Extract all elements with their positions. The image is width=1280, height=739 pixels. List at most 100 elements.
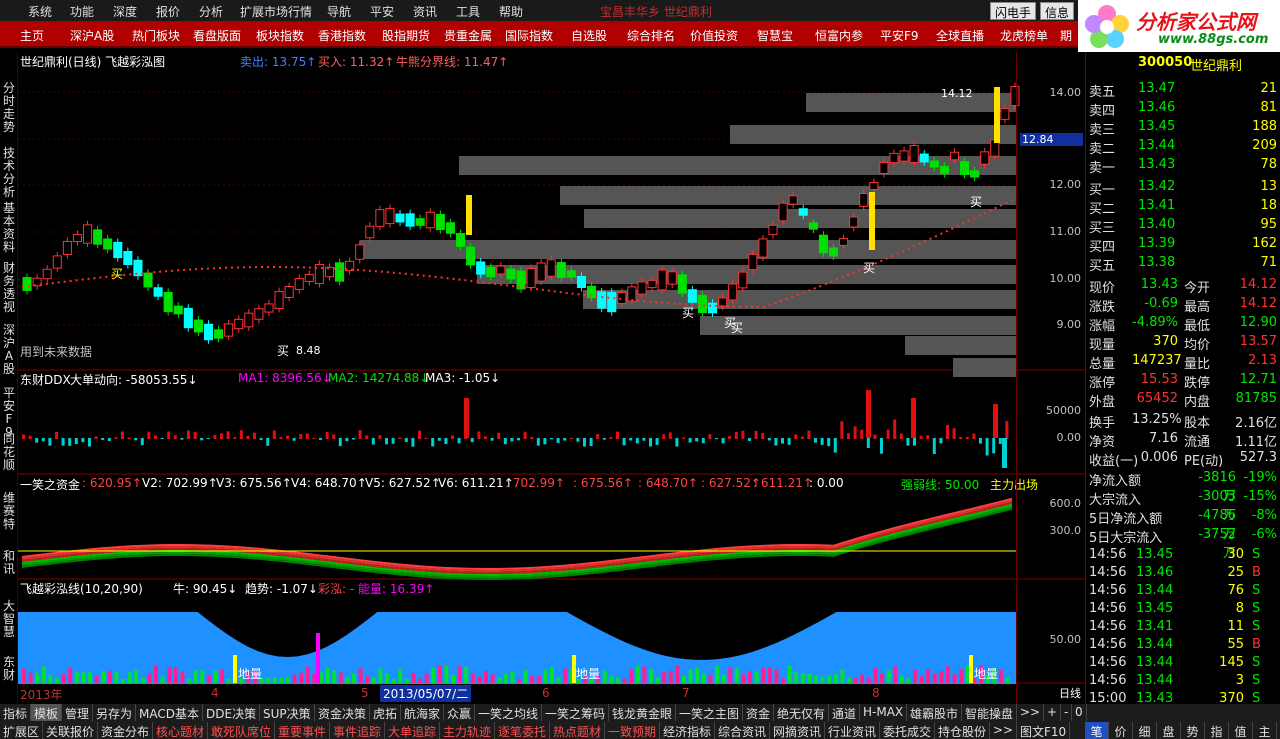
bid-row[interactable]: 买二 13.41 18 [1086,197,1280,217]
nav-item[interactable]: 智慧宝 [757,27,793,44]
footer-tab[interactable]: MACD基本 [136,704,203,721]
footer-tab[interactable]: 绝无仅有 [774,704,830,721]
footer-tab[interactable]: 一笑之均线 [475,704,543,721]
menu-item-news[interactable]: 资讯 [413,3,437,20]
bid-row[interactable]: 买一 13.42 13 [1086,178,1280,198]
left-strip-tab[interactable]: 大 智 慧 [2,600,16,639]
detail-tab[interactable]: 盘 [1157,722,1181,739]
footer-tab[interactable]: 行业资讯 [825,722,881,739]
footer-tab[interactable]: 另存为 [93,704,137,721]
footer-tab[interactable]: 核心题材 [153,722,209,739]
footer-tab[interactable]: 热点题材 [550,722,606,739]
footer-tab[interactable]: >> [1017,704,1045,721]
footer-tab[interactable]: 钱龙黄金眼 [609,704,677,721]
footer-tab[interactable]: - [1061,704,1073,721]
detail-tab[interactable]: 价 [1109,722,1133,739]
left-strip-tab[interactable]: 东 财 [2,656,16,682]
menu-item-system[interactable]: 系统 [28,3,52,20]
footer-tab[interactable]: 0 [1072,704,1087,721]
footer-tab[interactable]: H-MAX [860,704,908,721]
nav-item[interactable]: 香港指数 [318,27,366,44]
footer-tab[interactable]: 敢死队席位 [208,722,276,739]
left-strip-tab[interactable]: 同 花 顺 [2,433,16,472]
menu-item-pingan[interactable]: 平安 [370,3,394,20]
footer-tab[interactable]: 模板 [31,704,63,721]
ask-row[interactable]: 卖四 13.46 81 [1086,99,1280,119]
nav-item[interactable]: 主页 [20,27,44,44]
footer-tab[interactable]: 图文F10 [1017,722,1071,739]
footer-tab[interactable]: 经济指标 [660,722,716,739]
footer-tab[interactable]: 通道 [829,704,861,721]
footer-tab[interactable]: 众赢 [444,704,476,721]
footer-tab[interactable]: 扩展区 [0,722,44,739]
footer-tab[interactable]: 一笑之筹码 [542,704,610,721]
menu-item-extended-market[interactable]: 扩展市场行情 [240,3,312,20]
nav-item[interactable]: 龙虎榜单 [1000,27,1048,44]
footer-tab[interactable]: 逐笔委托 [495,722,551,739]
left-strip-tab[interactable]: 维 赛 特 [2,492,16,531]
menu-item-help[interactable]: 帮助 [499,3,523,20]
footer-tab[interactable]: SUP决策 [260,704,315,721]
detail-tab[interactable]: 势 [1181,722,1205,739]
footer-tab[interactable]: >> [990,722,1018,739]
footer-tab[interactable]: 事件追踪 [330,722,386,739]
footer-tab[interactable]: 关联报价 [43,722,99,739]
nav-item[interactable]: 深沪A股 [70,27,114,44]
menu-item-quote[interactable]: 报价 [156,3,180,20]
nav-item[interactable]: 股指期货 [382,27,430,44]
footer-tab[interactable]: 管理 [62,704,94,721]
bid-row[interactable]: 买三 13.40 95 [1086,216,1280,236]
footer-tab[interactable]: 雄霸股市 [907,704,963,721]
footer-tab[interactable]: 资金分布 [98,722,154,739]
menu-item-navigation[interactable]: 导航 [327,3,351,20]
ask-row[interactable]: 卖五 13.47 21 [1086,80,1280,100]
left-strip-tab[interactable]: 深 沪 A 股 [2,324,16,376]
nav-item[interactable]: 热门板块 [132,27,180,44]
nav-item[interactable]: 看盘版面 [193,27,241,44]
footer-tab[interactable]: 资金决策 [315,704,371,721]
nav-item[interactable]: 自选股 [571,27,607,44]
left-strip-tab[interactable]: 财 务 透 视 [2,262,16,314]
nav-item[interactable]: 综合排名 [627,27,675,44]
nav-item[interactable]: 国际指数 [505,27,553,44]
footer-tab[interactable]: + [1044,704,1062,721]
footer-tab[interactable]: 一致预期 [605,722,661,739]
nav-item[interactable]: 平安F9 [880,27,919,44]
footer-tab[interactable]: 主力轨迹 [440,722,496,739]
footer-tab[interactable]: 航海家 [401,704,445,721]
footer-tab[interactable]: 资金 [743,704,775,721]
detail-tab[interactable]: 细 [1133,722,1157,739]
footer-tab[interactable]: 综合资讯 [715,722,771,739]
ask-row[interactable]: 卖一 13.43 78 [1086,156,1280,176]
footer-tab[interactable]: 指标 [0,704,32,721]
footer-tab[interactable]: 智能操盘 [962,704,1018,721]
footer-tab[interactable]: 委托成交 [880,722,936,739]
footer-tab[interactable]: 网摘资讯 [770,722,826,739]
menu-item-function[interactable]: 功能 [70,3,94,20]
left-strip-tab[interactable]: 基 本 资 料 [2,202,16,254]
footer-tab[interactable]: 大单追踪 [385,722,441,739]
footer-tab[interactable]: 持仓股份 [935,722,991,739]
nav-item[interactable]: 恒富内参 [815,27,863,44]
menu-item-tools[interactable]: 工具 [456,3,480,20]
menu-item-depth[interactable]: 深度 [113,3,137,20]
left-strip-tab[interactable]: 技 术 分 析 [2,147,16,199]
bid-row[interactable]: 买五 13.38 71 [1086,254,1280,274]
footer-tab[interactable]: 虎拓 [370,704,402,721]
info-button[interactable]: 信息 [1040,2,1075,20]
footer-tab[interactable]: 一笑之主图 [676,704,744,721]
nav-item[interactable]: 期 [1060,27,1072,44]
left-strip-tab[interactable]: 分 时 走 势 [2,82,16,134]
detail-tab[interactable]: 笔 [1085,722,1109,739]
footer-tab[interactable]: DDE决策 [203,704,261,721]
left-strip-tab[interactable]: 和 讯 [2,550,16,576]
menu-item-analysis[interactable]: 分析 [199,3,223,20]
detail-tab[interactable]: 指 [1205,722,1229,739]
detail-tab[interactable]: 主 [1253,722,1277,739]
nav-item[interactable]: 全球直播 [936,27,984,44]
lightning-trade-button[interactable]: 闪电手 [990,2,1037,20]
bid-row[interactable]: 买四 13.39 162 [1086,235,1280,255]
period-label[interactable]: 日线 [1059,685,1081,701]
ask-row[interactable]: 卖三 13.45 188 [1086,118,1280,138]
nav-item[interactable]: 价值投资 [690,27,738,44]
